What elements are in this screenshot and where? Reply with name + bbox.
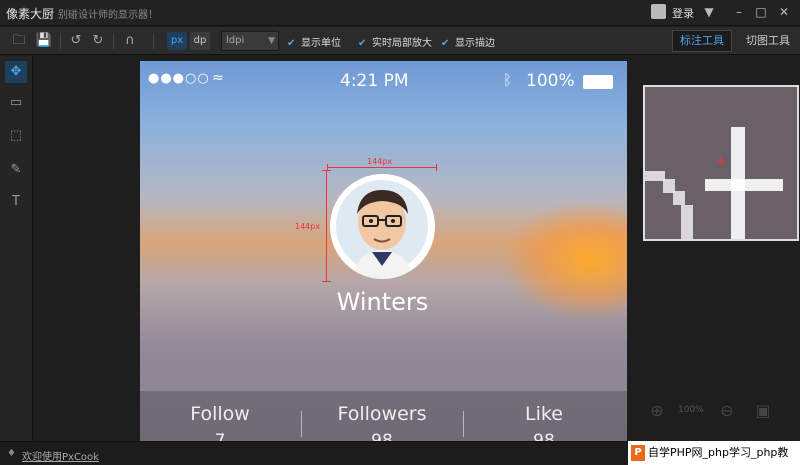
- cartoon-face-icon: [336, 180, 428, 279]
- stat-like-label: Like: [525, 403, 563, 425]
- profile-avatar: [330, 174, 435, 279]
- app-title: 像素大厨: [6, 7, 55, 21]
- dpi-value: ldpi: [226, 35, 245, 46]
- close-button[interactable]: ✕: [775, 3, 793, 21]
- status-time: 4:21 PM: [340, 71, 409, 91]
- measure-width-line: [327, 167, 437, 168]
- stat-follow-label: Follow: [190, 403, 250, 425]
- watermark-text: 自学PHP网_php学习_php教: [648, 446, 789, 459]
- measure-width-tick: [436, 164, 437, 171]
- menu-dropdown-icon[interactable]: ▼: [700, 3, 718, 21]
- crosshair-icon: +: [715, 153, 727, 169]
- measure-height-label: 144px: [295, 222, 321, 231]
- stat-followers-value: 98: [371, 431, 393, 441]
- title-bar: 像素大厨 别碰设计师的显示器！ 登录 ▼ – □ ✕: [0, 0, 800, 26]
- stat-follow-value: 7: [214, 431, 226, 441]
- battery-icon: [583, 75, 613, 89]
- measure-width-label: 144px: [367, 157, 393, 166]
- marquee-tool-icon[interactable]: ⬚: [5, 125, 27, 147]
- tool-sidebar: ✥ ▭ ⬚ ✎ T: [0, 56, 33, 441]
- maximize-button[interactable]: □: [752, 3, 770, 21]
- checkmark-icon: ✔: [441, 38, 450, 49]
- app-slogan: 别碰设计师的显示器！: [58, 10, 158, 21]
- checkmark-icon: ✔: [358, 38, 367, 49]
- battery-percent: 100%: [526, 71, 575, 91]
- stat-like-value: 98: [533, 431, 555, 441]
- divider: [153, 33, 154, 49]
- divider: [60, 33, 61, 49]
- login-link[interactable]: 登录: [672, 5, 694, 21]
- welcome-link[interactable]: 欢迎使用PxCook: [22, 448, 99, 463]
- zoom-out-icon[interactable]: ⊖: [716, 400, 738, 422]
- mag-pixel: [645, 171, 665, 181]
- checkmark-icon: ✔: [287, 38, 296, 49]
- measure-height-tick: [322, 281, 331, 282]
- design-canvas[interactable]: ●●●○○ ≈ 4:21 PM ᛒ 100% Winters Follow 7 …: [140, 61, 627, 441]
- unit-dp-button[interactable]: dp: [190, 32, 210, 50]
- save-icon[interactable]: 💾: [34, 31, 54, 51]
- user-avatar-icon[interactable]: [651, 4, 666, 19]
- php-logo-icon: P: [631, 445, 645, 461]
- mag-pixel: [673, 191, 685, 205]
- stat-followers-label: Followers: [337, 403, 427, 425]
- magnet-icon[interactable]: ∩: [120, 31, 140, 51]
- tab-slice-tool[interactable]: 切图工具: [740, 30, 796, 52]
- show-stroke-checkbox[interactable]: ✔ 显示描边: [441, 34, 495, 49]
- mag-pixel: [705, 179, 783, 191]
- toolbar: 🗀 💾 ↺ ↻ ∩ px dp ldpi ▼ ✔ 显示单位 ✔ 实时局部放大 ✔ 显示…: [0, 27, 800, 55]
- zoom-level: 100%: [678, 405, 704, 415]
- zoom-in-icon[interactable]: ⊕: [646, 400, 668, 422]
- sunset-glow: [500, 201, 627, 321]
- undo-icon[interactable]: ↺: [66, 31, 86, 51]
- stats-bar: Follow 7 Followers 98 Like 98: [140, 391, 627, 441]
- open-folder-icon[interactable]: 🗀: [9, 31, 29, 51]
- minimize-button[interactable]: –: [730, 3, 748, 21]
- bluetooth-icon: ᛒ: [503, 71, 513, 89]
- mag-pixel: [681, 205, 693, 239]
- watermark-banner: P 自学PHP网_php学习_php教: [628, 441, 800, 465]
- zoom-controls: ⊕ 100% ⊖ ▣: [640, 396, 790, 426]
- wifi-icon: ≈: [212, 70, 224, 86]
- dpi-select[interactable]: ldpi ▼: [221, 31, 279, 51]
- ruler-tool-icon[interactable]: ▭: [5, 92, 27, 114]
- move-tool-icon[interactable]: ✥: [5, 61, 27, 83]
- chevron-down-icon: ▼: [268, 36, 275, 46]
- measure-height-tick: [322, 170, 331, 171]
- fit-screen-icon[interactable]: ▣: [752, 400, 774, 422]
- text-tool-icon[interactable]: T: [5, 191, 27, 213]
- unit-px-button[interactable]: px: [167, 32, 187, 50]
- divider: [113, 33, 114, 49]
- signal-icon: ●●●○○: [148, 71, 210, 86]
- pin-icon: ♦: [7, 448, 16, 459]
- redo-icon[interactable]: ↻: [88, 31, 108, 51]
- color-picker-icon[interactable]: ✎: [5, 159, 27, 181]
- show-unit-checkbox[interactable]: ✔ 显示单位: [287, 34, 341, 49]
- profile-name: Winters: [336, 288, 429, 316]
- live-zoom-checkbox[interactable]: ✔ 实时局部放大: [358, 34, 432, 49]
- tab-mark-tool[interactable]: 标注工具: [672, 30, 732, 52]
- measure-height-line: [326, 170, 327, 282]
- magnifier-preview: +: [643, 85, 799, 241]
